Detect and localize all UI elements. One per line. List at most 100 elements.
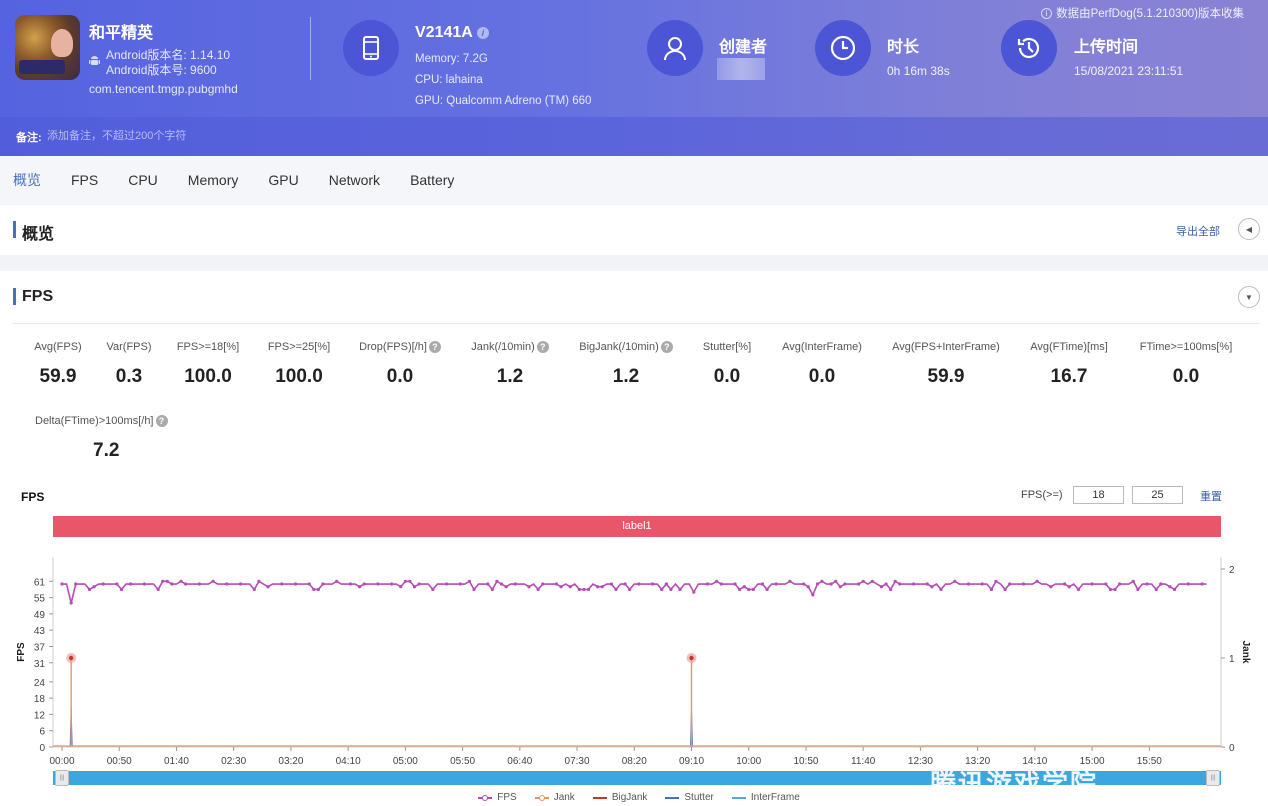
legend-label: InterFrame: [750, 792, 800, 803]
x-tick-label: 12:30: [908, 756, 933, 767]
fps-point: [390, 582, 394, 586]
info-icon[interactable]: i: [476, 27, 489, 39]
fps-point: [1168, 585, 1172, 589]
fps-section-title: FPS: [22, 288, 54, 305]
fps-point: [596, 585, 600, 589]
fps-point: [1104, 582, 1108, 586]
fps-point: [1154, 587, 1158, 592]
upload-icon-circle: [1001, 20, 1057, 76]
fps-point: [609, 582, 613, 586]
fps-point: [980, 582, 984, 586]
fps-point: [861, 579, 865, 583]
fps-point: [348, 582, 353, 586]
fps-point: [637, 582, 641, 586]
upload-value: 15/08/2021 23:11:51: [1074, 64, 1184, 78]
fps-point: [1113, 587, 1117, 592]
reset-button[interactable]: 重置: [1200, 488, 1222, 504]
x-tick-label: 01:40: [164, 756, 189, 767]
export-all-button[interactable]: 导出全部: [1176, 223, 1220, 239]
fps-point: [87, 587, 92, 592]
fps-point: [252, 587, 256, 592]
y2-axis-label: Jank: [1240, 641, 1251, 664]
fps-threshold-1-input[interactable]: [1073, 486, 1124, 504]
app-version-code: Android版本号: 9600: [106, 63, 217, 77]
legend-swatch: [478, 794, 493, 801]
fps-point: [577, 587, 581, 592]
collapse-down-button[interactable]: ▼: [1238, 286, 1260, 308]
fps-point: [737, 587, 742, 592]
x-tick-label: 00:00: [49, 756, 74, 767]
fps-point: [458, 582, 462, 586]
metric-avg-interframe: Avg(InterFrame) 0.0: [752, 341, 892, 388]
legend-item-jank[interactable]: Jank: [534, 792, 575, 803]
legend-swatch: [731, 796, 746, 799]
fps-point: [733, 582, 737, 586]
metric-label: Delta(FTime)>100ms[/h]?: [35, 415, 168, 427]
fps-point: [161, 579, 165, 583]
fps-chart[interactable]: 06121824313743495561012FPS Jank00:00 00:50…: [0, 542, 1268, 806]
creator-value-blurred: [717, 58, 765, 80]
zoom-slider-handle-left[interactable]: |||: [55, 770, 69, 786]
section-marker: [13, 221, 16, 238]
note-input[interactable]: [47, 126, 447, 146]
fps-point: [747, 587, 751, 592]
help-icon[interactable]: ?: [155, 415, 168, 427]
y-axis-label: FPS: [16, 642, 27, 662]
metric-ftime-100ms: FTime>=100ms[%] 0.0: [1116, 341, 1256, 388]
device-memory: Memory: 7.2G: [415, 53, 488, 65]
tablet-icon: [363, 36, 379, 60]
y2-tick-label: 0: [1229, 743, 1235, 754]
tab-bar: 概览 FPS CPU Memory GPU Network Battery: [0, 156, 1268, 204]
fps-point: [119, 587, 124, 592]
zoom-slider-handle-right[interactable]: |||: [1206, 770, 1220, 786]
legend-swatch: [592, 796, 607, 799]
app-version-name: Android版本名: 1.14.10: [106, 48, 231, 62]
fps-point: [316, 587, 320, 592]
clock-icon: [830, 35, 856, 61]
legend-item-stutter[interactable]: Stutter: [665, 792, 714, 803]
tab-memory[interactable]: Memory: [188, 172, 239, 188]
x-tick-label: 06:40: [507, 756, 532, 767]
metric-label-text: Avg(FTime)[ms]: [1030, 341, 1108, 353]
legend-label: BigJank: [611, 792, 648, 803]
creator-title: 创建者: [719, 39, 768, 56]
metric-label: FTime>=100ms[%]: [1116, 341, 1256, 353]
header-divider: [310, 17, 311, 80]
tab-overview[interactable]: 概览: [13, 170, 41, 190]
x-tick-label: 07:30: [565, 756, 590, 767]
x-tick-label: 13:20: [965, 756, 990, 767]
fps-point: [536, 587, 540, 592]
fps-point: [499, 582, 504, 586]
tab-network[interactable]: Network: [329, 172, 380, 188]
tab-battery[interactable]: Battery: [410, 172, 454, 188]
note-label: 备注:: [16, 132, 42, 144]
fps-point: [467, 579, 472, 583]
fps-point: [1159, 582, 1163, 586]
y-tick-label: 61: [34, 577, 46, 588]
fps-point: [179, 579, 183, 583]
label-band[interactable]: label1: [53, 516, 1221, 537]
y-tick-label: 24: [34, 678, 46, 689]
collapse-left-button[interactable]: ◀: [1238, 218, 1260, 240]
tab-fps[interactable]: FPS: [71, 172, 98, 188]
legend-item-interframe[interactable]: InterFrame: [731, 792, 800, 803]
divider: [12, 323, 1260, 324]
fps-point: [486, 582, 490, 586]
legend-item-fps[interactable]: FPS: [478, 792, 517, 803]
fps-point: [257, 579, 261, 583]
fps-point: [834, 579, 838, 583]
y-tick-label: 49: [34, 610, 46, 621]
y2-tick-label: 1: [1229, 654, 1235, 665]
caret-down-icon: ▼: [1245, 292, 1253, 302]
fps-point: [1008, 582, 1012, 586]
legend-item-bigjank[interactable]: BigJank: [592, 792, 648, 803]
fps-point: [678, 587, 682, 592]
section-marker: [13, 288, 16, 305]
metric-label-text: FTime>=100ms[%]: [1139, 341, 1233, 353]
tab-cpu[interactable]: CPU: [128, 172, 158, 188]
fps-threshold-2-input[interactable]: [1132, 486, 1183, 504]
tab-gpu[interactable]: GPU: [268, 172, 298, 188]
fps-point: [431, 587, 435, 592]
fps-point: [495, 579, 499, 583]
help-icon[interactable]: ?: [536, 341, 549, 353]
